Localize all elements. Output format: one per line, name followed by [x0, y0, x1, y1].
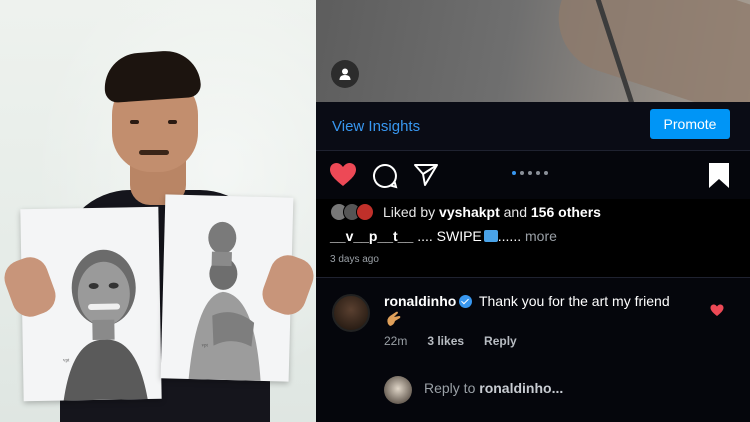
paper-plane-icon[interactable]: [413, 163, 439, 187]
arrow-emoji-icon: [483, 230, 498, 242]
comment-reply-button[interactable]: Reply: [484, 334, 517, 348]
carousel-dot: [536, 171, 540, 175]
person-eye-left: [130, 120, 139, 124]
carousel-dot: [528, 171, 532, 175]
bookmark-filled-icon[interactable]: [708, 162, 730, 189]
promote-button[interactable]: Promote: [650, 109, 730, 139]
view-insights-link[interactable]: View Insights: [332, 118, 420, 135]
reply-prefix: Reply to: [424, 380, 476, 396]
comment-meta: 22m 3 likes Reply: [384, 334, 517, 348]
media-arm: [544, 0, 750, 102]
verified-badge-icon: [459, 295, 473, 308]
caption-text: .... SWIPE: [417, 228, 482, 244]
carousel-dots: [512, 171, 548, 175]
comment-like-heart-icon[interactable]: [710, 304, 724, 317]
likes-row[interactable]: Liked by vyshakpt and 156 others: [330, 201, 601, 223]
post-caption: __v__p__t__ .... SWIPE...... more: [330, 228, 557, 244]
caption-more-link[interactable]: more: [525, 228, 557, 244]
comment-bubble-icon[interactable]: [372, 163, 398, 189]
reply-input[interactable]: Reply to ronaldinho...: [424, 380, 724, 396]
likes-prefix: Liked by: [383, 204, 436, 220]
sketch-signature: vpt: [201, 343, 208, 349]
person-moustache: [139, 150, 169, 155]
caption-username[interactable]: __v__p__t__: [330, 228, 413, 244]
comment-username[interactable]: ronaldinho: [384, 293, 456, 309]
reply-target: ronaldinho...: [479, 380, 564, 396]
liker-avatar: [356, 203, 374, 221]
likes-others[interactable]: 156 others: [531, 204, 601, 220]
carousel-dot: [544, 171, 548, 175]
comment-likes[interactable]: 3 likes: [427, 334, 464, 348]
likes-text: Liked by vyshakpt and 156 others: [383, 204, 601, 220]
likes-joiner: and: [503, 204, 527, 220]
carousel-dot: [520, 171, 524, 175]
user-silhouette-icon: [339, 68, 351, 80]
comment-avatar[interactable]: [332, 294, 370, 332]
comment-text: Thank you for the art my friend: [478, 293, 670, 309]
caption-trail: ......: [497, 228, 522, 244]
hand-emoji-icon: [387, 311, 401, 326]
sketch-signature: vpt: [62, 358, 70, 364]
heart-filled-icon[interactable]: [329, 162, 357, 188]
user-tag-icon[interactable]: [331, 60, 359, 88]
post-photo: vpt vpt: [0, 0, 316, 422]
post-media-preview[interactable]: [316, 0, 750, 102]
comment-line: ronaldinho Thank you for the art my frie…: [384, 293, 670, 309]
likes-first-user[interactable]: vyshakpt: [439, 204, 500, 220]
reply-user-avatar: [384, 376, 412, 404]
post-time-ago: 3 days ago: [330, 254, 379, 265]
carousel-dot-active: [512, 171, 516, 175]
comment-age: 22m: [384, 334, 408, 348]
person-eye-right: [168, 120, 177, 124]
